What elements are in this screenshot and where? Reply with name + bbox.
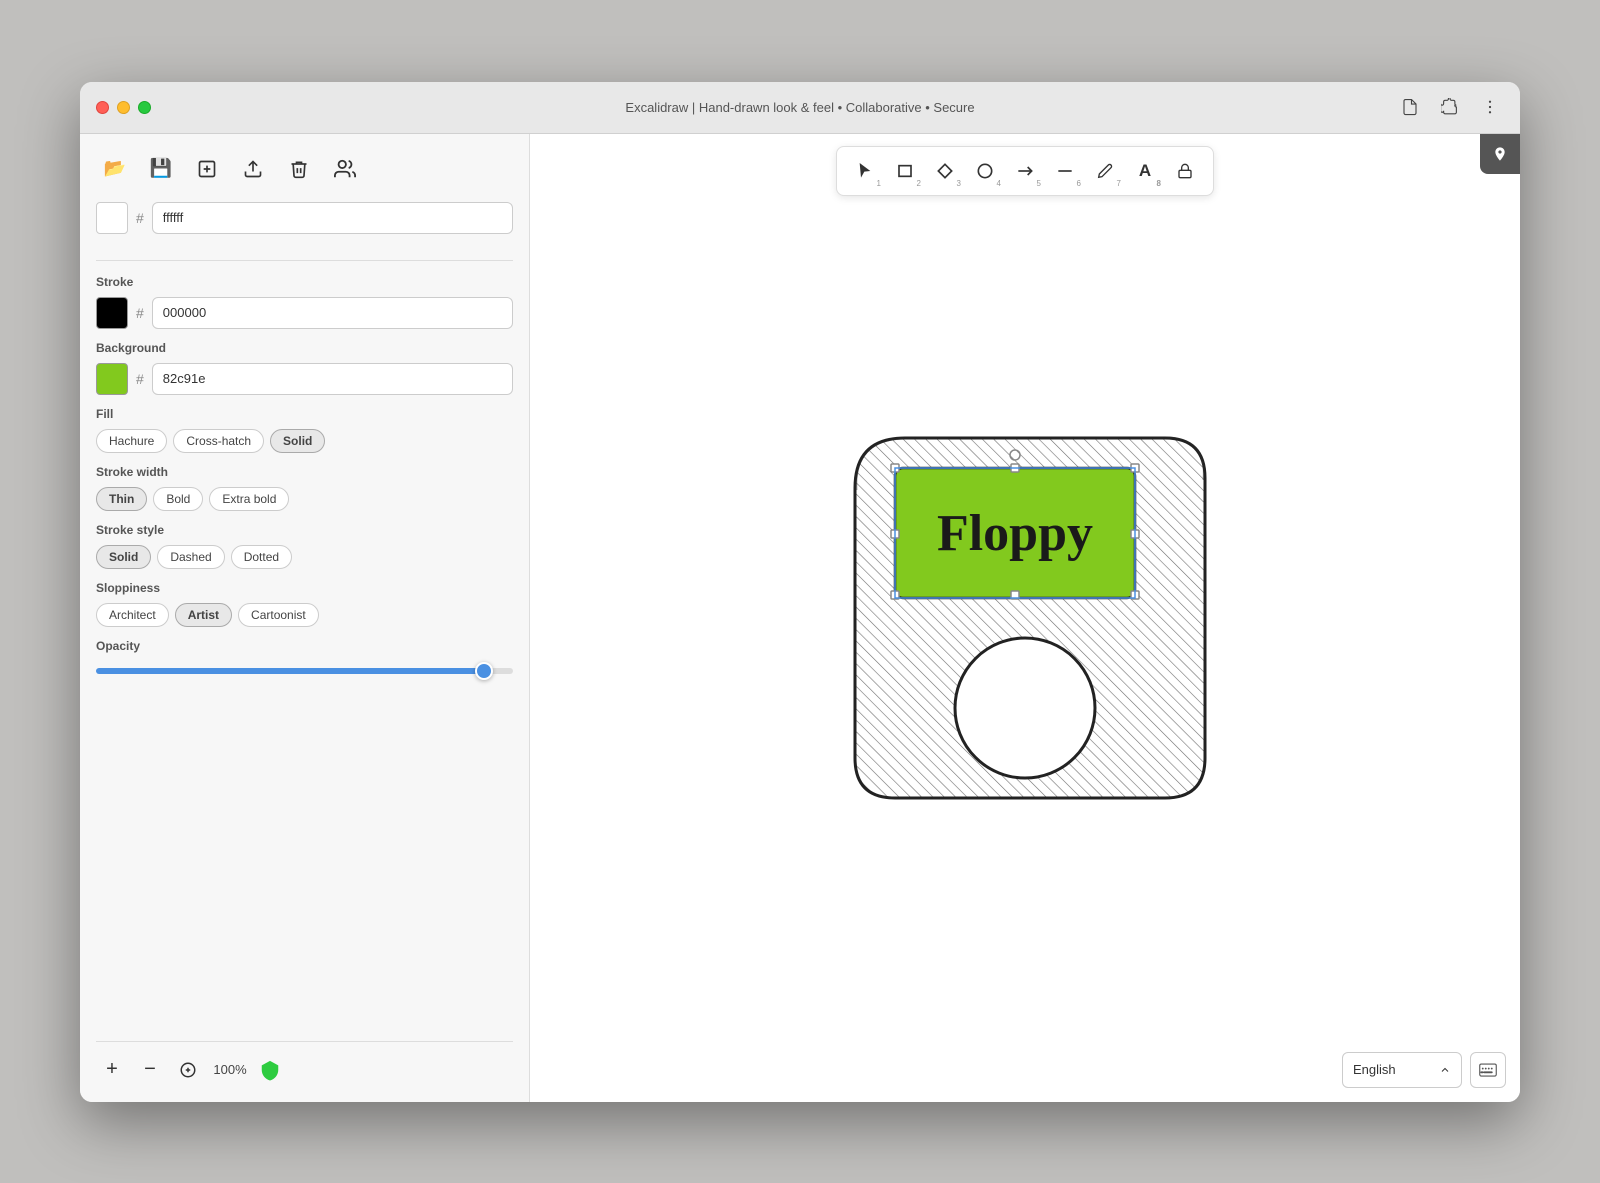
bg-color-input[interactable]: ffffff bbox=[152, 202, 513, 234]
language-value: English bbox=[1353, 1062, 1396, 1077]
stroke-row: # 000000 bbox=[96, 297, 513, 329]
titlebar: Excalidraw | Hand-drawn look & feel • Co… bbox=[80, 82, 1520, 134]
zoom-level: 100% bbox=[210, 1062, 250, 1077]
fill-solid[interactable]: Solid bbox=[270, 429, 325, 453]
stroke-thin[interactable]: Thin bbox=[96, 487, 147, 511]
sloppiness-label: Sloppiness bbox=[96, 581, 513, 595]
app-body: 📂 💾 # ffffff bbox=[80, 134, 1520, 1102]
tool-diamond[interactable]: 3 bbox=[927, 153, 963, 189]
puzzle-icon[interactable] bbox=[1436, 93, 1464, 121]
bg-color-swatch[interactable] bbox=[96, 202, 128, 234]
bg-color-input-2[interactable]: 82c91e bbox=[152, 363, 513, 395]
app-window: Excalidraw | Hand-drawn look & feel • Co… bbox=[80, 82, 1520, 1102]
sloppiness-artist[interactable]: Artist bbox=[175, 603, 232, 627]
bg-hash-icon: # bbox=[136, 371, 144, 387]
drawing-canvas[interactable]: Floppy bbox=[530, 134, 1520, 1102]
sloppiness-architect[interactable]: Architect bbox=[96, 603, 169, 627]
shield-icon[interactable] bbox=[256, 1056, 284, 1084]
fill-hachure[interactable]: Hachure bbox=[96, 429, 167, 453]
zoom-out-button[interactable]: − bbox=[134, 1054, 166, 1086]
tool-arrow[interactable]: 5 bbox=[1007, 153, 1043, 189]
stroke-dashed[interactable]: Dashed bbox=[157, 545, 224, 569]
stroke-hash-icon: # bbox=[136, 305, 144, 321]
bg-row: # 82c91e bbox=[96, 363, 513, 395]
opacity-section: Opacity bbox=[96, 639, 513, 679]
save-button[interactable]: 💾 bbox=[142, 150, 180, 188]
stroke-dotted[interactable]: Dotted bbox=[231, 545, 292, 569]
tool-text[interactable]: A8 bbox=[1127, 153, 1163, 189]
stroke-label: Stroke bbox=[96, 275, 513, 289]
open-button[interactable]: 📂 bbox=[96, 150, 134, 188]
svg-text:Floppy: Floppy bbox=[937, 505, 1093, 562]
sloppiness-cartoonist[interactable]: Cartoonist bbox=[238, 603, 319, 627]
tool-lock[interactable] bbox=[1167, 153, 1203, 189]
tool-rectangle[interactable]: 2 bbox=[887, 153, 923, 189]
delete-button[interactable] bbox=[280, 150, 318, 188]
tool-select[interactable]: 1 bbox=[847, 153, 883, 189]
stroke-style-label: Stroke style bbox=[96, 523, 513, 537]
close-button[interactable] bbox=[96, 101, 109, 114]
import-button[interactable] bbox=[234, 150, 272, 188]
bg-green-swatch[interactable] bbox=[96, 363, 128, 395]
opacity-label: Opacity bbox=[96, 639, 513, 653]
stroke-width-options: Thin Bold Extra bold bbox=[96, 487, 513, 511]
canvas-bottom-right: English bbox=[1342, 1052, 1506, 1088]
fill-label: Fill bbox=[96, 407, 513, 421]
export-button[interactable] bbox=[188, 150, 226, 188]
tool-line[interactable]: 6 bbox=[1047, 153, 1083, 189]
bg-color-row: # ffffff bbox=[96, 202, 513, 234]
reset-zoom-button[interactable] bbox=[172, 1054, 204, 1086]
stroke-extra-bold[interactable]: Extra bold bbox=[209, 487, 289, 511]
background-label: Background bbox=[96, 341, 513, 355]
tool-pencil[interactable]: 7 bbox=[1087, 153, 1123, 189]
minimize-button[interactable] bbox=[117, 101, 130, 114]
sidebar: 📂 💾 # ffffff bbox=[80, 134, 530, 1102]
stroke-style-options: Solid Dashed Dotted bbox=[96, 545, 513, 569]
hash-icon: # bbox=[136, 210, 144, 226]
new-file-icon[interactable] bbox=[1396, 93, 1424, 121]
canvas-toolbar: 1 2 3 4 5 bbox=[836, 146, 1214, 196]
stroke-color-input[interactable]: 000000 bbox=[152, 297, 513, 329]
stroke-width-label: Stroke width bbox=[96, 465, 513, 479]
collaborate-button[interactable] bbox=[326, 150, 364, 188]
divider-1 bbox=[96, 260, 513, 261]
more-options-icon[interactable] bbox=[1476, 93, 1504, 121]
opacity-slider[interactable] bbox=[96, 668, 513, 674]
sidebar-bottom: + − 100% bbox=[96, 1041, 513, 1086]
window-title: Excalidraw | Hand-drawn look & feel • Co… bbox=[625, 100, 974, 115]
maximize-button[interactable] bbox=[138, 101, 151, 114]
stroke-solid[interactable]: Solid bbox=[96, 545, 151, 569]
traffic-lights bbox=[96, 101, 151, 114]
stroke-bold[interactable]: Bold bbox=[153, 487, 203, 511]
fill-crosshatch[interactable]: Cross-hatch bbox=[173, 429, 264, 453]
tool-ellipse[interactable]: 4 bbox=[967, 153, 1003, 189]
floppy-svg: Floppy bbox=[815, 408, 1235, 828]
titlebar-actions bbox=[1396, 93, 1504, 121]
language-select[interactable]: English bbox=[1342, 1052, 1462, 1088]
sloppiness-options: Architect Artist Cartoonist bbox=[96, 603, 513, 627]
zoom-in-button[interactable]: + bbox=[96, 1054, 128, 1086]
keyboard-button[interactable] bbox=[1470, 1052, 1506, 1088]
sidebar-toolbar: 📂 💾 bbox=[96, 150, 513, 188]
stroke-color-swatch[interactable] bbox=[96, 297, 128, 329]
canvas-area[interactable]: 1 2 3 4 5 bbox=[530, 134, 1520, 1102]
fill-options: Hachure Cross-hatch Solid bbox=[96, 429, 513, 453]
